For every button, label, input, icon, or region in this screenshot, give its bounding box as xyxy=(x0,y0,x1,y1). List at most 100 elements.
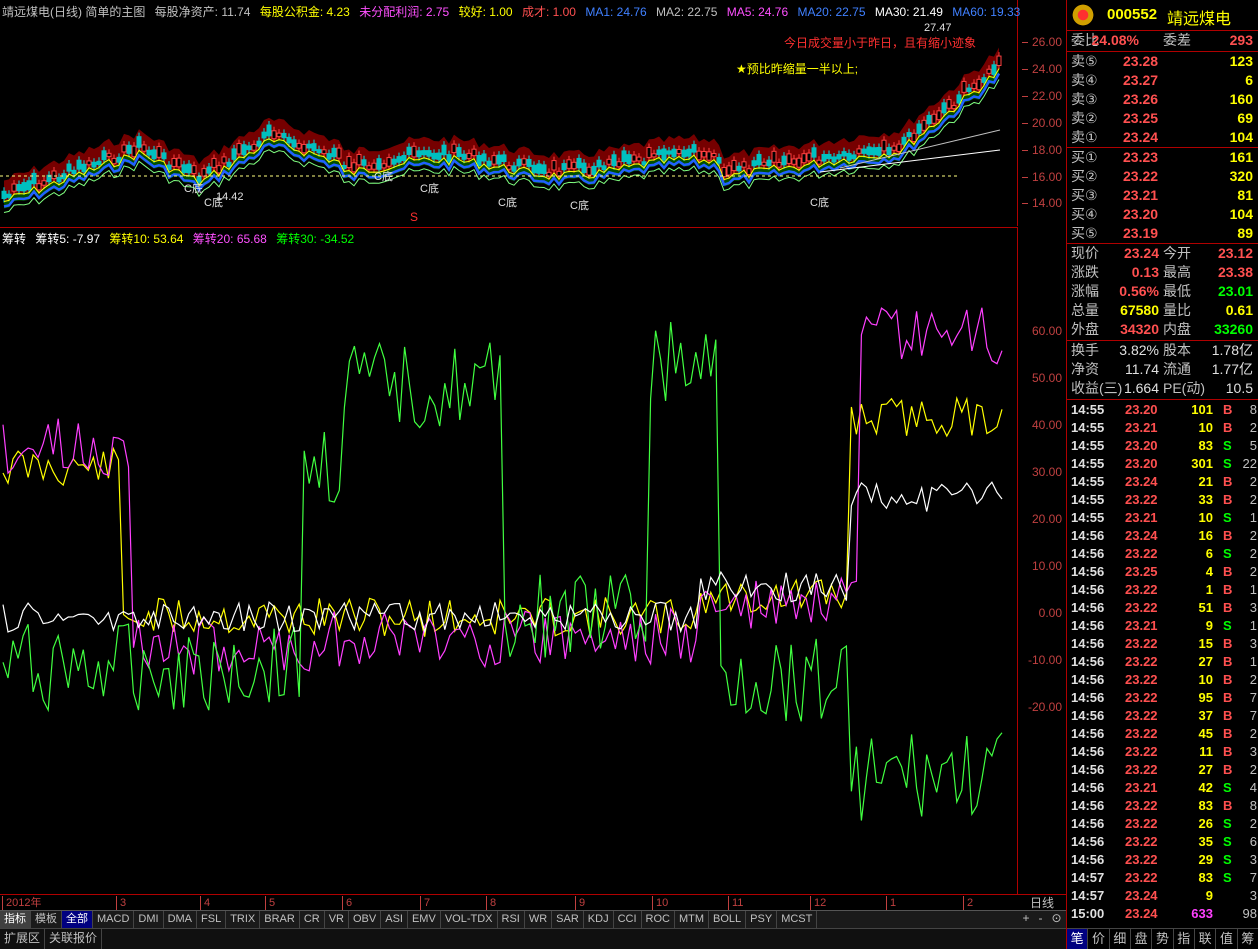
trade-count: 3 xyxy=(1249,888,1257,903)
tab-asi[interactable]: ASI xyxy=(381,911,408,928)
trade-volume: 29 xyxy=(1198,852,1213,867)
trade-volume: 9 xyxy=(1205,888,1213,903)
right-tab-7[interactable]: 值 xyxy=(1216,929,1238,949)
trade-time: 14:56 xyxy=(1071,618,1105,633)
tab-brar[interactable]: BRAR xyxy=(260,911,300,928)
s10-label: 筹转10: 53.64 xyxy=(109,232,184,246)
right-tab-6[interactable]: 联 xyxy=(1195,929,1217,949)
tab-trix[interactable]: TRIX xyxy=(226,911,261,928)
trade-price: 23.22 xyxy=(1125,816,1158,831)
tab-vr[interactable]: VR xyxy=(325,911,349,928)
trade-row: 14:56 23.22 26 S 2 xyxy=(1067,815,1258,833)
tab-cci[interactable]: CCI xyxy=(614,911,642,928)
tab-psy[interactable]: PSY xyxy=(746,911,778,928)
stock-code: 000552 xyxy=(1107,6,1158,23)
indicator-panel[interactable]: 筹转 筹转5: -7.97 筹转10: 53.64 筹转20: 65.68 筹转… xyxy=(0,227,1018,894)
tab-cr[interactable]: CR xyxy=(300,911,325,928)
buys-row: 买① 23.23 161 xyxy=(1067,148,1258,167)
fundamental-label: 净资 xyxy=(1071,361,1099,377)
trade-time: 14:56 xyxy=(1071,690,1105,705)
tab-kdj[interactable]: KDJ xyxy=(584,911,614,928)
trade-count: 2 xyxy=(1249,528,1257,543)
tab-fsl[interactable]: FSL xyxy=(197,911,227,928)
sells-price: 23.28 xyxy=(1123,53,1159,69)
quote-value: 23.01 xyxy=(1217,283,1253,299)
trade-time: 14:55 xyxy=(1071,456,1105,471)
indicator-header: 筹转 筹转5: -7.97 筹转10: 53.64 筹转20: 65.68 筹转… xyxy=(2,230,360,247)
buys-row: 买④ 23.20 104 xyxy=(1067,205,1258,224)
zoom-in-button[interactable]: + xyxy=(1022,911,1029,928)
right-tab-2[interactable]: 细 xyxy=(1110,929,1131,949)
sells-label: 卖④ xyxy=(1071,72,1098,88)
buys-volume: 104 xyxy=(1229,206,1253,222)
trade-time: 14:55 xyxy=(1071,402,1105,417)
tab-vol-tdx[interactable]: VOL-TDX xyxy=(441,911,498,928)
trade-volume: 45 xyxy=(1198,726,1213,741)
tab-全部[interactable]: 全部 xyxy=(62,911,93,928)
date-label: 4 xyxy=(200,896,210,910)
tab-模板[interactable]: 模板 xyxy=(31,911,62,928)
trade-volume: 10 xyxy=(1198,420,1213,435)
price-tick: 20.00 xyxy=(1021,116,1062,130)
high-price-label: 27.47 xyxy=(924,22,952,34)
bottom-marker: C底 xyxy=(184,183,203,195)
period-selector[interactable]: 日线 xyxy=(1018,894,1066,910)
right-tab-0[interactable]: 笔 xyxy=(1067,929,1089,949)
trade-row: 14:56 23.22 35 S 6 xyxy=(1067,833,1258,851)
trade-row: 14:56 23.22 95 B 7 xyxy=(1067,689,1258,707)
tab-mcst[interactable]: MCST xyxy=(777,911,818,928)
right-tab-3[interactable]: 盘 xyxy=(1131,929,1153,949)
trade-price: 23.20 xyxy=(1125,438,1158,453)
trade-row: 14:56 23.22 10 B 2 xyxy=(1067,671,1258,689)
trade-price: 23.22 xyxy=(1125,492,1158,507)
trade-volume: 1 xyxy=(1205,582,1213,597)
tab-wr[interactable]: WR xyxy=(525,911,553,928)
s5-label: 筹转5: -7.97 xyxy=(35,232,101,246)
trade-side: B xyxy=(1223,492,1233,507)
tab-sar[interactable]: SAR xyxy=(552,911,584,928)
trade-time: 14:56 xyxy=(1071,852,1105,867)
right-tab-4[interactable]: 势 xyxy=(1152,929,1174,949)
tab-extension-area[interactable]: 扩展区 xyxy=(0,929,46,949)
zoom-reset-button[interactable]: ⊙ xyxy=(1051,911,1061,928)
price-chart[interactable]: 靖远煤电(日线) 简单的主图 每股净资产: 11.74 每股公积金: 4.23 … xyxy=(0,0,1020,226)
tab-boll[interactable]: BOLL xyxy=(709,911,747,928)
tab-emv[interactable]: EMV xyxy=(408,911,441,928)
indicator-tick: 10.00 xyxy=(1031,559,1062,573)
tab-roc[interactable]: ROC xyxy=(642,911,675,928)
quote-value: 67580 xyxy=(1120,302,1159,318)
trade-time: 14:56 xyxy=(1071,654,1105,669)
trade-volume: 21 xyxy=(1198,474,1213,489)
trade-count: 1 xyxy=(1249,618,1257,633)
right-tab-8[interactable]: 筹 xyxy=(1238,929,1258,949)
trade-side: B xyxy=(1223,762,1233,777)
tab-macd[interactable]: MACD xyxy=(93,911,135,928)
trade-row: 14:56 23.22 29 S 3 xyxy=(1067,851,1258,869)
tab-指标[interactable]: 指标 xyxy=(0,911,31,928)
trade-price: 23.22 xyxy=(1125,708,1158,723)
zoom-controls: + - ⊙ xyxy=(1018,910,1066,928)
trade-volume: 101 xyxy=(1191,402,1213,417)
tab-dmi[interactable]: DMI xyxy=(134,911,164,928)
buys-volume: 89 xyxy=(1237,225,1253,241)
trade-time: 15:00 xyxy=(1071,906,1105,921)
ma2-label: MA2: 22.75 xyxy=(656,5,718,19)
trade-count: 3 xyxy=(1249,636,1257,651)
tab-related-quotes[interactable]: 关联报价 xyxy=(45,929,103,949)
quote-panel: 000552 靖远煤电 委比 24.08% 委差 293 卖⑤ 23.28 123 卖… xyxy=(1066,0,1258,949)
buys-price: 23.21 xyxy=(1123,187,1159,203)
tab-obv[interactable]: OBV xyxy=(349,911,382,928)
zoom-out-button[interactable]: - xyxy=(1038,911,1042,928)
date-label: 6 xyxy=(342,896,352,910)
quote-label: 涨跌 xyxy=(1071,264,1099,280)
fundamental-value: 1.78亿 xyxy=(1211,342,1253,358)
trade-row: 14:56 23.22 11 B 3 xyxy=(1067,743,1258,761)
trade-time: 14:55 xyxy=(1071,510,1105,525)
trade-volume: 11 xyxy=(1199,744,1213,759)
right-tab-5[interactable]: 指 xyxy=(1174,929,1195,949)
tab-mtm[interactable]: MTM xyxy=(675,911,710,928)
tab-dma[interactable]: DMA xyxy=(164,911,198,928)
tab-rsi[interactable]: RSI xyxy=(498,911,525,928)
trade-count: 2 xyxy=(1249,762,1257,777)
right-tab-1[interactable]: 价 xyxy=(1088,929,1110,949)
